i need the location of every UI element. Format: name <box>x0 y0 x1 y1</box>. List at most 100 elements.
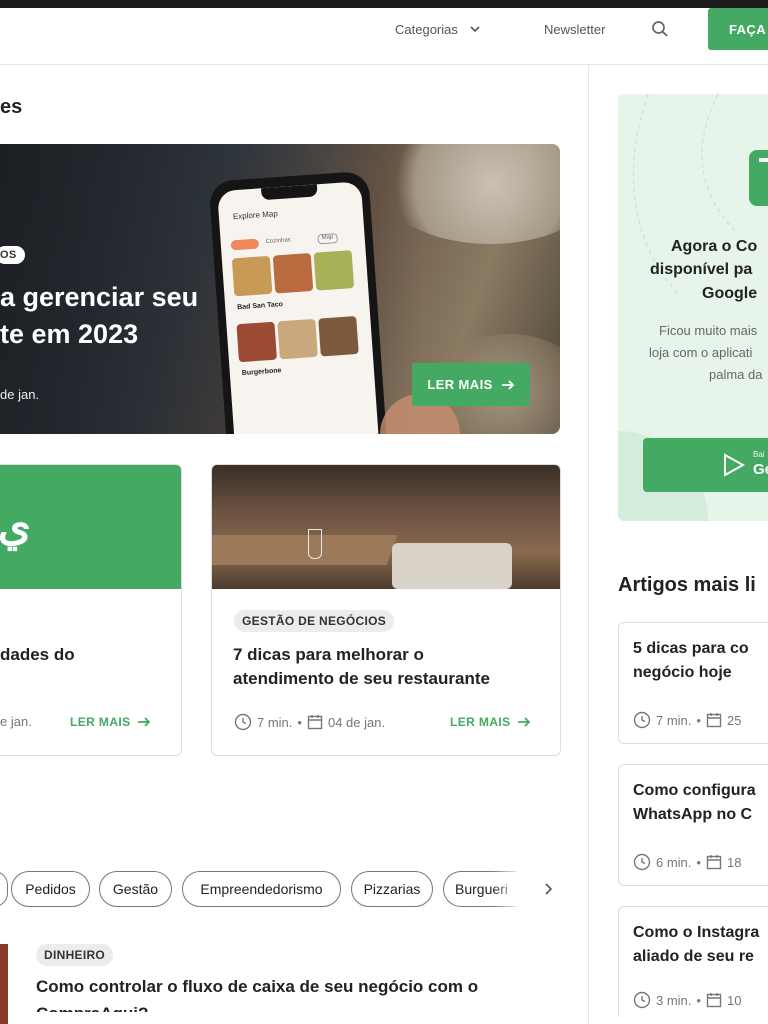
promo-desc-3: palma da <box>709 367 763 382</box>
nav-newsletter-label: Newsletter <box>544 21 606 37</box>
phone-chip-active <box>230 238 260 251</box>
calendar-icon <box>706 993 722 1008</box>
section-title: es <box>0 96 23 118</box>
search-button[interactable] <box>651 8 669 50</box>
phone-place-name: Bad San Taco <box>237 301 284 312</box>
popular-article-1-read-time: 7 min. <box>656 712 692 728</box>
calendar-icon <box>706 855 722 870</box>
popular-article-3-line-1: Como o Instagra <box>633 924 760 941</box>
bench-shape <box>392 543 512 589</box>
filter-pill-gestao[interactable]: Gestão <box>99 871 172 907</box>
popular-article-3-line-2: aliado de seu re <box>633 948 754 965</box>
popular-article-2-line-1: Como configura <box>633 782 756 799</box>
filter-pill-pedidos[interactable]: Pedidos <box>11 871 90 907</box>
play-store-big-text: Ge <box>753 461 768 478</box>
card-2-read-more[interactable]: LER MAIS <box>450 715 531 729</box>
app-icon-glyph <box>759 158 768 162</box>
hero-read-more-button[interactable]: LER MAIS <box>412 363 530 406</box>
popular-article-1-meta: 7 min. • 25 <box>633 711 741 729</box>
food-thumb <box>313 250 355 291</box>
food-thumb <box>277 318 318 360</box>
article-card-1[interactable]: ي dades do e jan. LER MAIS <box>0 464 182 756</box>
play-store-small-text: Bai <box>753 450 765 459</box>
card-2-date: 04 de jan. <box>327 714 386 730</box>
cta-button[interactable]: FAÇA <box>708 8 768 50</box>
list-item-title-overflow: CompraAqui? <box>36 1002 148 1012</box>
meta-separator: • <box>696 712 701 728</box>
arrow-right-icon <box>501 379 514 390</box>
card-2-read-time: 7 min. <box>257 714 293 730</box>
popular-article-3-date: 10 <box>726 992 742 1008</box>
phone-food-row-1 <box>231 250 355 297</box>
card-1-read-more[interactable]: LER MAIS <box>70 715 151 729</box>
hero-date: de jan. <box>0 387 40 402</box>
phone-chip-cozinhas: Cozinhas <box>265 237 291 246</box>
play-store-icon <box>724 453 745 477</box>
cta-label: FAÇA <box>729 21 766 37</box>
card-2-title-line-1: 7 dicas para melhorar o <box>233 645 424 664</box>
card-2-tag: GESTÃO DE NEGÓCIOS <box>234 610 395 632</box>
promo-heading-3: Google <box>702 285 758 302</box>
card-2-meta: 7 min. • 04 de jan. <box>234 713 385 731</box>
app-promo-card: Agora o Co disponível pa Google Ficou mu… <box>618 94 768 521</box>
chevron-down-icon <box>470 26 480 33</box>
top-dark-strip <box>0 0 768 8</box>
list-item-title[interactable]: Como controlar o fluxo de caixa de seu n… <box>36 977 478 997</box>
popular-article-3-meta: 3 min. • 10 <box>633 991 741 1009</box>
food-thumb <box>236 321 277 363</box>
popular-article-3[interactable]: Como o Instagra aliado de seu re 3 min. … <box>618 906 768 1017</box>
hero-tag: OS <box>0 246 25 264</box>
table-shape <box>212 535 398 565</box>
filter-pill-partial[interactable] <box>0 871 8 907</box>
filter-fade <box>492 870 522 908</box>
popular-article-1[interactable]: 5 dicas para co negócio hoje 7 min. • 25 <box>618 622 768 744</box>
phone-mockup: Explore Map Cozinhas Map Bad San Taco Bu… <box>208 170 388 434</box>
phone-food-row-2 <box>236 315 359 363</box>
food-thumb <box>272 252 314 294</box>
promo-desc-2: loja com o aplicati <box>649 345 753 360</box>
clock-icon <box>633 853 651 871</box>
card-2-title-line-2: atendimento de seu restaurante <box>233 669 490 688</box>
card-1-title: dades do <box>0 645 75 664</box>
meta-separator: • <box>696 992 701 1008</box>
food-thumb <box>231 255 273 297</box>
app-icon <box>749 150 768 206</box>
card-1-banner: ي <box>0 465 181 589</box>
list-item-tag: DINHEIRO <box>36 944 114 966</box>
meta-separator: • <box>696 854 701 870</box>
promo-desc-1: Ficou muito mais <box>659 323 758 338</box>
nav-newsletter[interactable]: Newsletter <box>544 8 605 50</box>
list-thumbnail <box>0 944 8 1024</box>
popular-article-1-date: 25 <box>726 712 742 728</box>
hero-title-line-1: a gerenciar seu <box>0 282 199 312</box>
phone-screen: Explore Map Cozinhas Map Bad San Taco Bu… <box>217 181 380 434</box>
filter-pill-pizzarias[interactable]: Pizzarias <box>351 871 433 907</box>
google-play-button[interactable]: Bai Ge <box>643 438 768 492</box>
chevron-right-icon[interactable] <box>541 882 555 896</box>
article-card-2[interactable]: GESTÃO DE NEGÓCIOS 7 dicas para melhorar… <box>211 464 561 756</box>
promo-heading-1: Agora o Co <box>671 238 758 255</box>
popular-article-1-line-1: 5 dicas para co <box>633 640 749 657</box>
clock-icon <box>633 711 651 729</box>
hero-card[interactable]: Explore Map Cozinhas Map Bad San Taco Bu… <box>0 144 560 434</box>
popular-article-2-read-time: 6 min. <box>656 854 692 870</box>
calendar-icon <box>706 713 722 728</box>
promo-heading-2: disponível pa <box>650 261 753 278</box>
food-thumb <box>318 315 359 357</box>
popular-article-2-meta: 6 min. • 18 <box>633 853 741 871</box>
hero-read-more-label: LER MAIS <box>427 377 493 392</box>
clock-icon <box>633 991 651 1009</box>
arrow-right-icon <box>517 717 530 727</box>
glass-shape <box>308 529 322 559</box>
popular-articles-title: Artigos mais li <box>618 574 756 596</box>
nav-categories[interactable]: Categorias <box>395 8 482 50</box>
popular-article-2-line-2: WhatsApp no C <box>633 806 753 823</box>
meta-separator: • <box>297 714 302 730</box>
phone-place-name-2: Burgerbone <box>241 367 282 378</box>
filter-pill-empreendedorismo[interactable]: Empreendedorismo <box>182 871 341 907</box>
phone-screen-title: Explore Map <box>232 209 279 222</box>
popular-article-2-date: 18 <box>726 854 742 870</box>
popular-article-2[interactable]: Como configura WhatsApp no C 6 min. • 18 <box>618 764 768 886</box>
calendar-icon <box>307 715 323 730</box>
card-1-date: e jan. <box>0 714 32 729</box>
